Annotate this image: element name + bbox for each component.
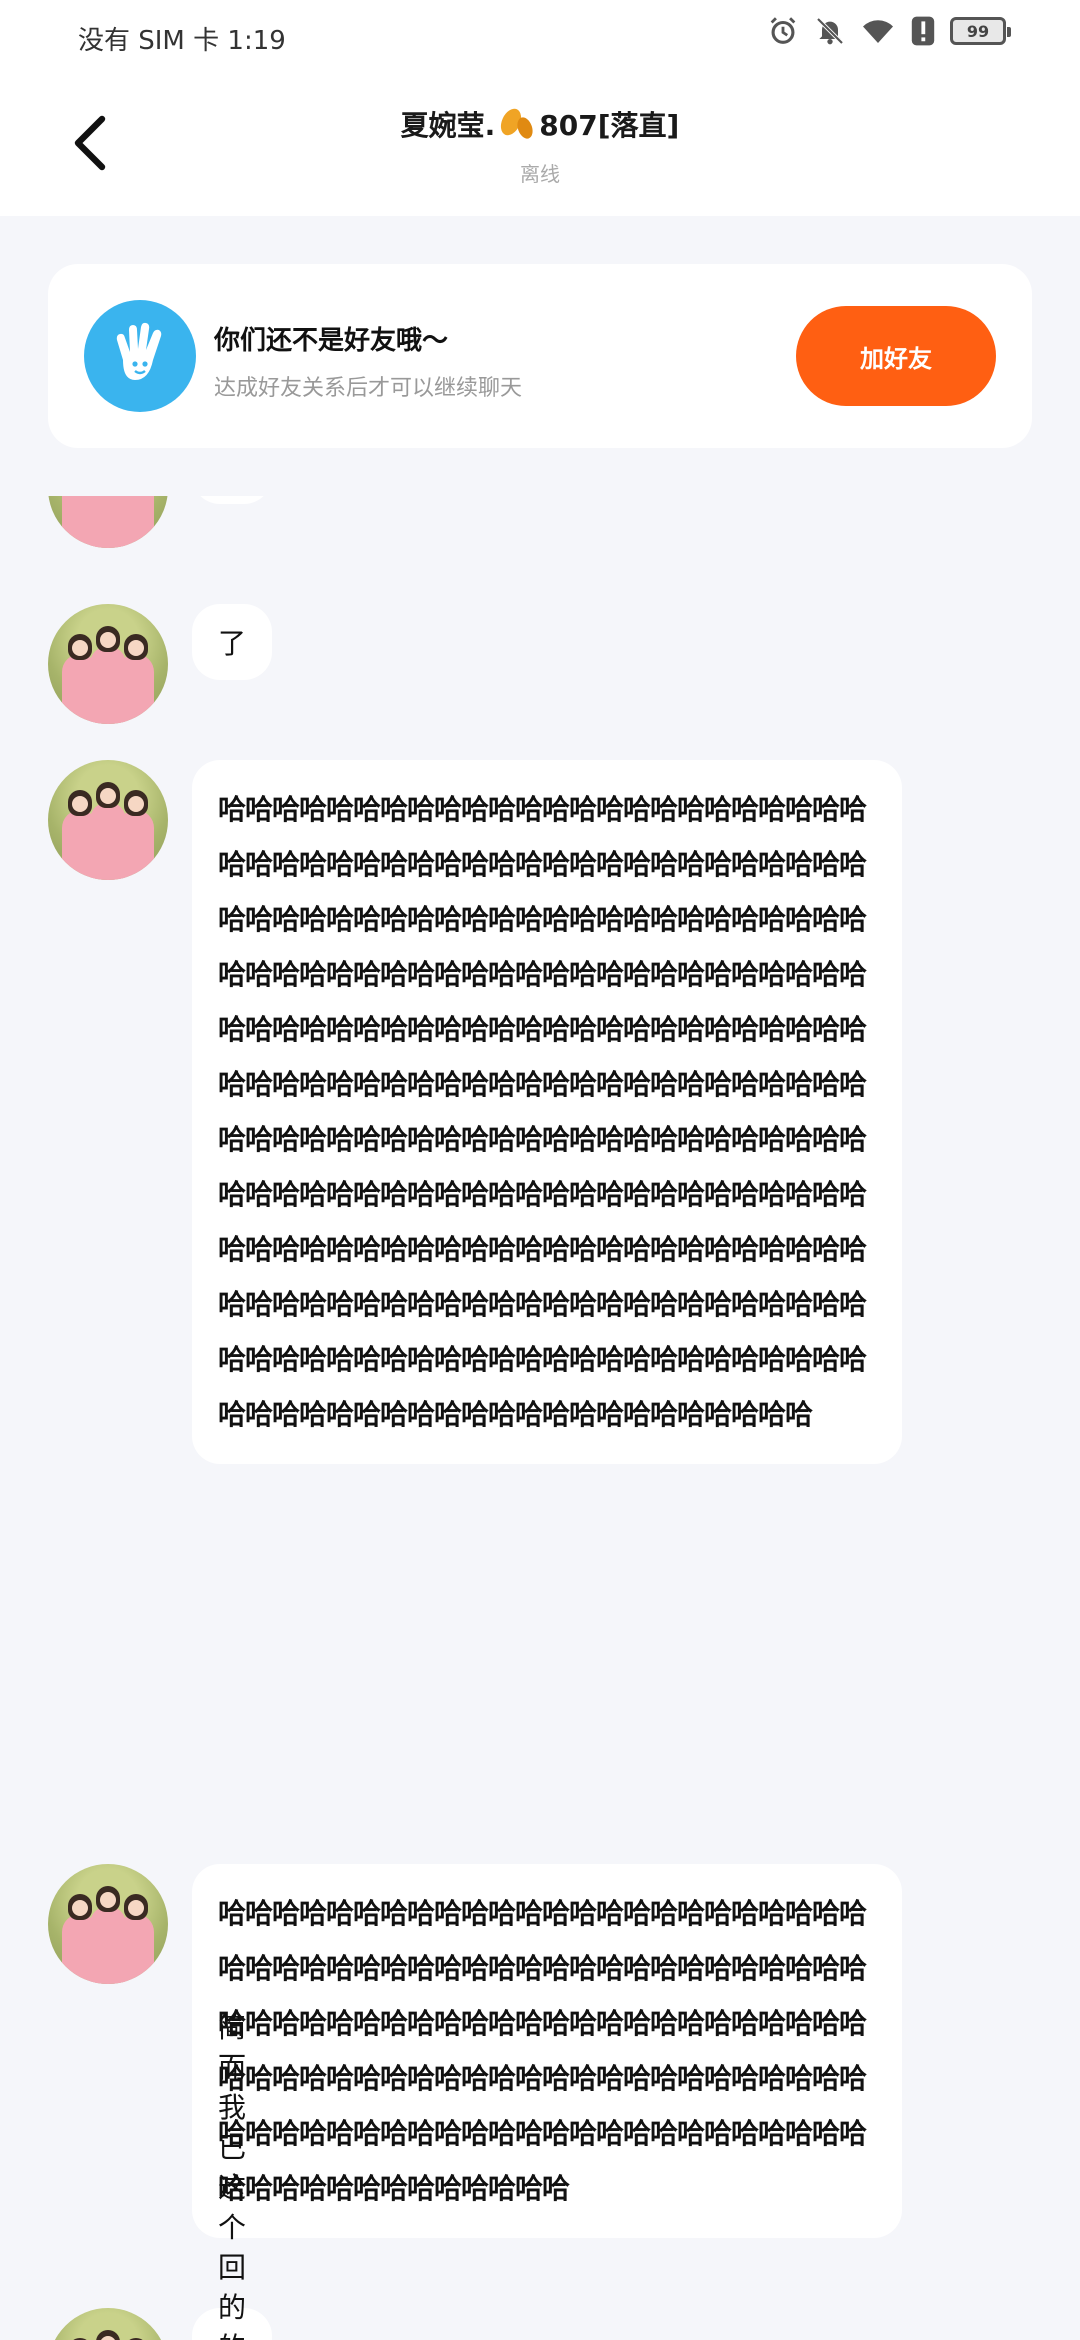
message-bubble[interactable]: 简而我已这个回的的各宝的时候我也要: [192, 2011, 273, 2340]
message-bubble[interactable]: 了: [192, 496, 273, 504]
message-bubble[interactable]: 了: [192, 604, 273, 680]
wave-hand-icon: [84, 300, 196, 412]
bell-off-icon: [814, 15, 846, 47]
message-bubble[interactable]: 哈哈哈哈哈哈哈哈哈哈哈哈哈哈哈哈哈哈哈哈哈哈哈哈哈哈哈哈哈哈哈哈哈哈哈哈哈哈哈哈…: [192, 1864, 902, 2238]
alert-icon: [910, 15, 936, 47]
wifi-icon: [860, 15, 896, 47]
not-friend-title: 你们还不是好友哦～: [214, 326, 449, 356]
message-list[interactable]: 了 了 哈哈哈哈哈哈哈哈哈哈哈哈哈哈哈哈哈哈哈哈哈哈哈哈哈哈哈哈哈哈哈哈哈哈哈哈…: [0, 496, 1080, 2340]
contact-name: 夏婉莹. 807[落直]: [0, 104, 1080, 144]
avatar[interactable]: [48, 496, 168, 548]
contact-name-left: 夏婉莹.: [400, 109, 496, 142]
status-icons: 99: [766, 14, 1011, 48]
not-friend-banner: 你们还不是好友哦～ 达成好友关系后才可以继续聊天 加好友: [48, 264, 1032, 448]
message-bubble[interactable]: 哈哈哈哈哈哈哈哈哈哈哈哈哈哈哈哈哈哈哈哈哈哈哈哈哈哈哈哈哈哈哈哈哈哈哈哈哈哈哈哈…: [192, 760, 902, 1464]
carrier-time: 没有 SIM 卡 1:19: [78, 26, 286, 56]
status-bar: 没有 SIM 卡 1:19 99: [0, 0, 1080, 72]
not-friend-subtitle: 达成好友关系后才可以继续聊天: [214, 376, 523, 401]
contact-name-right: 807[落直]: [539, 109, 680, 142]
battery-icon: 99: [950, 17, 1011, 45]
avatar[interactable]: [48, 2308, 168, 2340]
avatar[interactable]: [48, 604, 168, 724]
alarm-icon: [766, 14, 800, 48]
leaf-emoji-icon: [501, 108, 533, 139]
avatar[interactable]: [48, 1864, 168, 1984]
add-friend-button[interactable]: 加好友: [796, 306, 996, 406]
chat-header: 夏婉莹. 807[落直] 离线: [0, 72, 1080, 216]
online-status: 离线: [520, 162, 560, 186]
avatar[interactable]: [48, 760, 168, 880]
